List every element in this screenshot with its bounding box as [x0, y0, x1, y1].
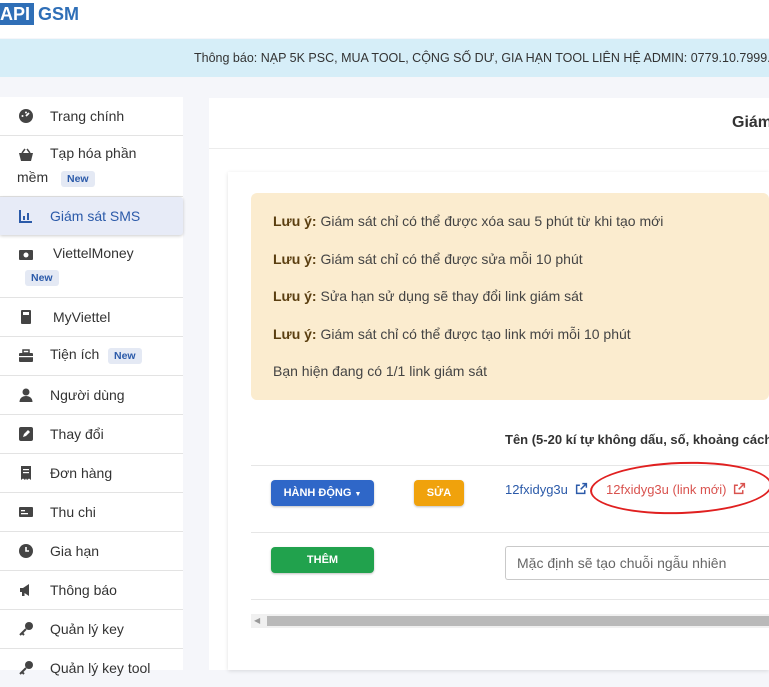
key-icon — [19, 622, 33, 636]
caret-down-icon: ▼ — [354, 491, 362, 498]
scrollbar-thumb[interactable] — [267, 616, 769, 626]
chart-icon — [19, 210, 32, 223]
name-input-placeholder: Mặc định sẽ tạo chuỗi ngẫu nhiên — [517, 555, 727, 571]
megaphone-icon — [20, 584, 29, 596]
sidebar-item-viettelmoney[interactable]: ViettelMoney New — [0, 236, 183, 298]
new-badge: New — [25, 270, 59, 286]
sidebar-item-tien-ich[interactable]: Tiện ích New — [0, 337, 183, 376]
id-card-icon — [19, 507, 33, 517]
sidebar-item-don-hang[interactable]: Đơn hàng — [0, 454, 183, 493]
sidebar-item-tap-hoa[interactable]: Tạp hóa phần mềm New — [0, 136, 183, 197]
sidebar-item-label: Gia hạn — [50, 543, 100, 559]
sidebar-item-label: ViettelMoney — [53, 245, 134, 261]
external-link-icon — [575, 482, 587, 495]
notice-bar: Thông báo: NẠP 5K PSC, MUA TOOL, CỘNG SỐ… — [0, 39, 769, 77]
alert-line: Lưu ý: Sửa hạn sử dụng sẽ thay đổi link … — [273, 288, 583, 304]
alert-line: Lưu ý: Giám sát chỉ có thể được xóa sau … — [273, 213, 664, 229]
sidebar-item-label: Giám sát SMS — [50, 208, 141, 224]
new-badge: New — [108, 348, 142, 364]
sidebar-item-quan-ly-key-tool[interactable]: Quản lý key tool — [0, 649, 183, 687]
sidebar-item-label-cont: mềm — [17, 169, 49, 185]
new-badge: New — [61, 171, 95, 187]
scroll-left-icon[interactable]: ◀ — [254, 616, 262, 626]
basket-icon — [19, 148, 33, 161]
sidebar-item-label: Tiện ích — [50, 346, 100, 362]
receipt-icon — [21, 466, 31, 480]
name-input[interactable]: Mặc định sẽ tạo chuỗi ngẫu nhiên — [505, 546, 769, 580]
sidebar-item-thu-chi[interactable]: Thu chi — [0, 493, 183, 532]
sidebar-item-nguoi-dung[interactable]: Người dùng — [0, 376, 183, 415]
sidebar-item-giam-sat-sms[interactable]: Giám sát SMS — [0, 197, 183, 235]
divider — [251, 532, 769, 533]
sidebar-item-label: Tạp hóa phần — [50, 145, 137, 161]
sidebar-item-label: Thay đổi — [50, 426, 104, 442]
logo[interactable]: API GSM — [0, 3, 79, 25]
logo-api: API — [0, 3, 35, 25]
sidebar-item-label: MyViettel — [53, 309, 111, 325]
sidebar-item-label: Thông báo — [50, 582, 117, 598]
clock-icon — [19, 544, 33, 558]
edit-button[interactable]: SỬA — [414, 480, 464, 506]
sidebar-item-label: Trang chính — [50, 108, 125, 124]
alert-line: Lưu ý: Giám sát chỉ có thể được sửa mỗi … — [273, 251, 583, 267]
sidebar-item-label: Thu chi — [50, 504, 96, 520]
dashboard-icon — [19, 109, 33, 123]
action-label: HÀNH ĐỘNG — [283, 487, 352, 499]
link-name[interactable]: 12fxidyg3u — [505, 482, 588, 497]
sidebar-item-label: Đơn hàng — [50, 465, 113, 481]
link-name-text: 12fxidyg3u — [505, 482, 568, 497]
column-header-name: Tên (5-20 kí tự không dấu, số, khoảng cá… — [505, 432, 769, 447]
divider — [251, 599, 769, 600]
sidebar-item-label: Người dùng — [50, 387, 125, 403]
page-title: Giám — [732, 114, 769, 131]
warning-alert: Lưu ý: Giám sát chỉ có thể được xóa sau … — [251, 193, 769, 400]
add-button[interactable]: THÊM — [271, 547, 374, 573]
notice-text: Thông báo: NẠP 5K PSC, MUA TOOL, CỘNG SỐ… — [194, 51, 769, 65]
edit-icon — [19, 427, 33, 441]
calculator-icon — [21, 310, 31, 324]
sidebar-item-quan-ly-key[interactable]: Quản lý key — [0, 610, 183, 649]
money-icon — [19, 250, 33, 260]
main-header: Giám — [209, 98, 769, 149]
user-icon — [19, 388, 33, 402]
toolbox-icon — [19, 349, 33, 362]
alert-line: Lưu ý: Giám sát chỉ có thể được tạo link… — [273, 326, 631, 342]
sidebar: Trang chính Tạp hóa phần mềm New Giám sá… — [0, 97, 183, 676]
top-bar: API GSM — [0, 0, 769, 38]
action-dropdown-button[interactable]: HÀNH ĐỘNG ▼ — [271, 480, 374, 506]
horizontal-scrollbar[interactable]: ◀ — [251, 614, 769, 628]
logo-gsm: GSM — [38, 4, 80, 24]
sidebar-item-gia-han[interactable]: Gia hạn — [0, 532, 183, 571]
sidebar-item-thay-doi[interactable]: Thay đổi — [0, 415, 183, 454]
sidebar-item-myviettel[interactable]: MyViettel — [0, 298, 183, 337]
sidebar-item-label: Quản lý key — [50, 621, 124, 637]
sidebar-item-label: Quản lý key tool — [50, 660, 151, 676]
sidebar-item-thong-bao[interactable]: Thông báo — [0, 571, 183, 610]
sidebar-item-trang-chinh[interactable]: Trang chính — [0, 97, 183, 136]
key-icon — [19, 661, 33, 675]
alert-line: Bạn hiện đang có 1/1 link giám sát — [273, 363, 488, 379]
